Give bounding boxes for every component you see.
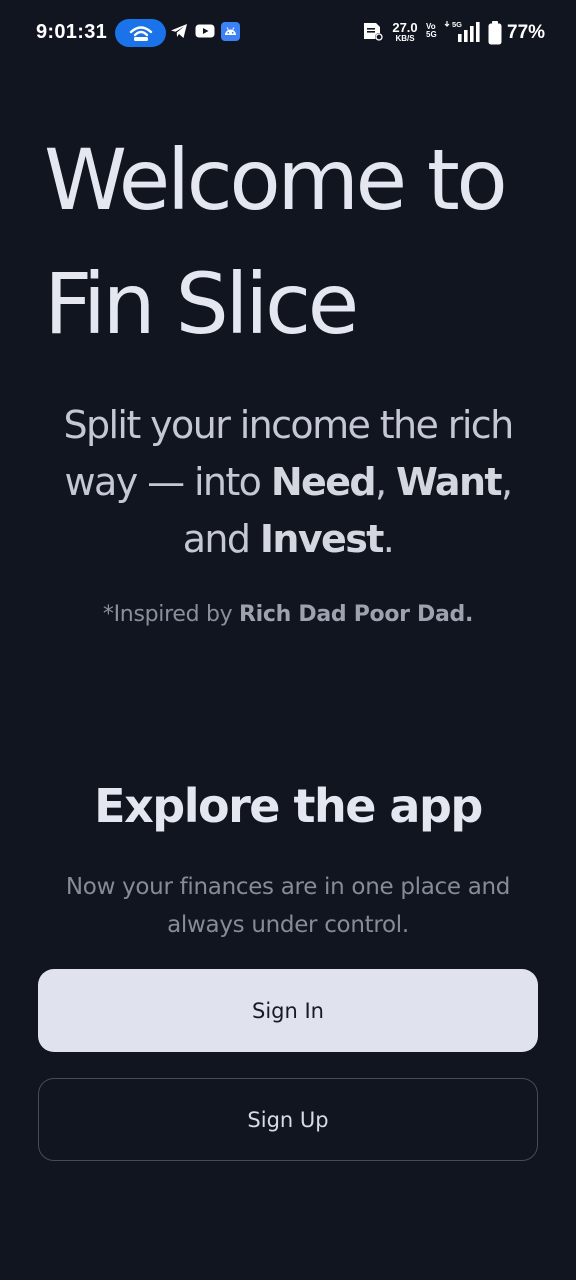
- android-icon: [221, 22, 240, 41]
- battery-percentage: 77%: [507, 22, 546, 43]
- sign-in-label: Sign In: [252, 998, 324, 1023]
- inspiration-note: *Inspired by Rich Dad Poor Dad.: [102, 602, 474, 627]
- app-tagline: Split your income the rich way — into Ne…: [63, 403, 514, 561]
- hotspot-icon: [129, 26, 152, 41]
- welcome-title: Welcome to Fin Slice: [44, 118, 564, 366]
- status-time: 9:01:31: [36, 21, 108, 43]
- explore-heading: Explore the app: [94, 779, 483, 833]
- battery-icon: [488, 21, 502, 45]
- signal-icon: 5G: [444, 20, 484, 44]
- book-title: Rich Dad Poor Dad.: [239, 602, 474, 627]
- invest-keyword: Invest: [259, 517, 385, 561]
- sign-up-button[interactable]: Sign Up: [38, 1078, 538, 1161]
- telegram-icon: [170, 22, 188, 40]
- sign-in-button[interactable]: Sign In: [38, 969, 538, 1052]
- volte-indicator: Vo 5G: [426, 22, 437, 40]
- status-bar: 9:01:31 27.0 KB/S Vo 5G 5G 77%: [0, 0, 576, 66]
- youtube-icon: [195, 22, 215, 40]
- want-keyword: Want: [395, 460, 503, 504]
- sim-card-icon: [362, 22, 384, 42]
- explore-description: Now your finances are in one place and a…: [65, 874, 511, 938]
- welcome-title-line1: Welcome to: [44, 131, 508, 229]
- hotspot-indicator[interactable]: [115, 19, 166, 47]
- sign-up-label: Sign Up: [247, 1107, 329, 1132]
- need-keyword: Need: [270, 460, 377, 504]
- welcome-title-line2: Fin Slice: [44, 255, 359, 353]
- network-speed: 27.0 KB/S: [392, 20, 418, 43]
- svg-text:5G: 5G: [452, 20, 462, 29]
